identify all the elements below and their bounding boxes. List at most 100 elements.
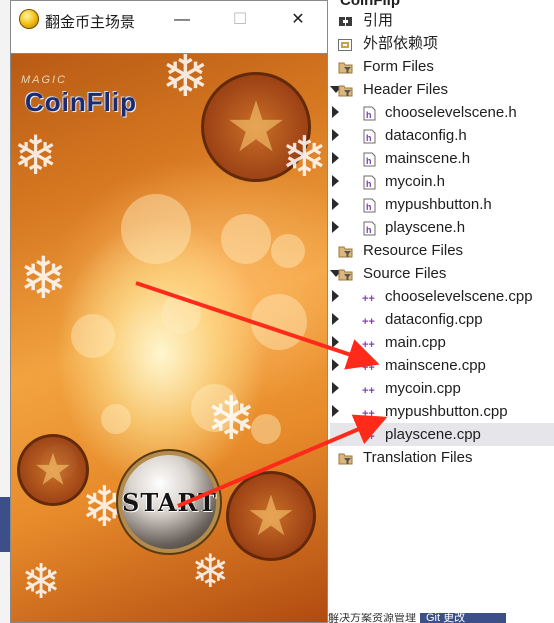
filter-folder-icon bbox=[338, 266, 353, 281]
tree-item-label: dataconfig.h bbox=[385, 127, 467, 144]
bokeh-bubble bbox=[101, 404, 131, 434]
tree-item-label: mainscene.cpp bbox=[385, 357, 486, 374]
chevron-right-icon[interactable] bbox=[332, 129, 339, 141]
svg-text:++: ++ bbox=[362, 385, 375, 397]
tree-item-main-cpp[interactable]: ++ main.cpp bbox=[330, 331, 554, 354]
bokeh-bubble bbox=[161, 294, 201, 334]
header-file-icon: h bbox=[362, 220, 377, 236]
snowflake-icon: ❄ bbox=[81, 475, 128, 538]
chevron-right-icon[interactable] bbox=[332, 313, 339, 325]
tree-item-label: mycoin.h bbox=[385, 173, 446, 190]
cpp-file-icon: ++ bbox=[362, 289, 377, 305]
tree-item-playscene-cpp[interactable]: ++ playscene.cpp bbox=[330, 423, 554, 446]
tree-item-label: Form Files bbox=[363, 58, 434, 75]
tree-item-chooselevelscene-cpp[interactable]: ++ chooselevelscene.cpp bbox=[330, 285, 554, 308]
snowflake-icon: ❄ bbox=[206, 385, 257, 452]
tree-item-mypushbutton-cpp[interactable]: ++ mypushbutton.cpp bbox=[330, 400, 554, 423]
coin-app-icon bbox=[19, 9, 39, 29]
tree-item-label: mypushbutton.cpp bbox=[385, 403, 508, 420]
start-button[interactable]: START bbox=[122, 455, 216, 549]
tree-item-source-files[interactable]: Source Files bbox=[330, 262, 554, 285]
star-icon: ★ bbox=[224, 88, 288, 166]
tree-item-playscene-h[interactable]: h playscene.h bbox=[330, 216, 554, 239]
tree-item-label: playscene.cpp bbox=[385, 426, 481, 443]
tree-item-label: Header Files bbox=[363, 81, 449, 98]
tree-item-mypushbutton-h[interactable]: h mypushbutton.h bbox=[330, 193, 554, 216]
svg-text:h: h bbox=[366, 179, 372, 189]
chevron-right-icon[interactable] bbox=[332, 175, 339, 187]
tree-item-label: Translation Files bbox=[363, 449, 473, 466]
star-medal-decoration: ★ bbox=[17, 434, 89, 506]
chevron-right-icon[interactable] bbox=[332, 198, 339, 210]
chevron-right-icon[interactable] bbox=[332, 405, 339, 417]
project-node-label[interactable]: CoinFlip bbox=[340, 0, 400, 9]
tab-git-changes[interactable]: Git 更改 bbox=[420, 613, 506, 623]
chevron-right-icon[interactable] bbox=[332, 382, 339, 394]
header-file-icon: h bbox=[362, 197, 377, 213]
svg-text:++: ++ bbox=[362, 362, 375, 374]
tree-item-chooselevelscene-h[interactable]: h chooselevelscene.h bbox=[330, 101, 554, 124]
tree-item-label: main.cpp bbox=[385, 334, 446, 351]
filter-folder-icon bbox=[338, 82, 353, 97]
tree-item-label: 外部依赖项 bbox=[363, 35, 439, 52]
filter-folder-icon bbox=[338, 243, 353, 258]
cpp-file-icon: ++ bbox=[362, 335, 377, 351]
chevron-right-icon[interactable] bbox=[332, 221, 339, 233]
tree-item-label: mypushbutton.h bbox=[385, 196, 492, 213]
chevron-right-icon[interactable] bbox=[332, 290, 339, 302]
svg-text:++: ++ bbox=[362, 408, 375, 420]
tree-item-dataconfig-h[interactable]: h dataconfig.h bbox=[330, 124, 554, 147]
chevron-right-icon[interactable] bbox=[332, 359, 339, 371]
header-file-icon: h bbox=[362, 105, 377, 121]
tree-item-external-deps[interactable]: 外部依赖项 bbox=[336, 32, 554, 55]
tree-item-dataconfig-cpp[interactable]: ++ dataconfig.cpp bbox=[330, 308, 554, 331]
background-taskbar-fragment bbox=[0, 497, 10, 552]
menu-bar bbox=[11, 39, 327, 54]
start-button-label: START bbox=[122, 488, 217, 517]
references-icon bbox=[338, 13, 353, 28]
close-button[interactable]: ✕ bbox=[269, 1, 327, 39]
minimize-button[interactable]: — bbox=[153, 1, 211, 39]
tree-item-translation-files[interactable]: Translation Files bbox=[336, 446, 554, 469]
header-file-icon: h bbox=[362, 128, 377, 144]
chevron-right-icon[interactable] bbox=[332, 152, 339, 164]
snowflake-icon: ❄ bbox=[19, 246, 68, 311]
tree-item-references[interactable]: 引用 bbox=[336, 9, 554, 32]
header-file-icon: h bbox=[362, 151, 377, 167]
maximize-button[interactable]: ☐ bbox=[211, 1, 269, 39]
star-icon: ★ bbox=[245, 484, 297, 547]
bokeh-bubble bbox=[71, 314, 115, 358]
snowflake-icon: ❄ bbox=[281, 125, 327, 188]
tree-item-mycoin-h[interactable]: h mycoin.h bbox=[330, 170, 554, 193]
tree-item-mainscene-h[interactable]: h mainscene.h bbox=[330, 147, 554, 170]
bokeh-bubble bbox=[121, 194, 191, 264]
window-titlebar[interactable]: 翻金币主场景 — ☐ ✕ bbox=[11, 1, 327, 39]
tree-item-label: chooselevelscene.h bbox=[385, 104, 517, 121]
svg-text:h: h bbox=[366, 225, 372, 235]
tree-item-label: dataconfig.cpp bbox=[385, 311, 483, 328]
svg-text:++: ++ bbox=[362, 316, 375, 328]
tree-item-label: chooselevelscene.cpp bbox=[385, 288, 533, 305]
tree-item-resource-files[interactable]: Resource Files bbox=[336, 239, 554, 262]
tab-solution-explorer[interactable]: 解决方案资源管理器 bbox=[328, 613, 420, 623]
snowflake-icon: ❄ bbox=[161, 54, 210, 109]
chevron-right-icon[interactable] bbox=[332, 106, 339, 118]
chevron-right-icon[interactable] bbox=[332, 336, 339, 348]
bokeh-bubble bbox=[221, 214, 271, 264]
snowflake-icon: ❄ bbox=[13, 126, 59, 186]
filter-folder-icon bbox=[338, 450, 353, 465]
explorer-bottom-tabs: 解决方案资源管理器 Git 更改 bbox=[328, 613, 554, 623]
svg-text:h: h bbox=[366, 133, 372, 143]
cpp-file-icon: ++ bbox=[362, 427, 377, 443]
game-scene: ★ ★ ★ ❄ ❄ ❄ ❄ ❄ ❄ ❄ ❄ MAGIC CoinFlip STA… bbox=[11, 54, 327, 622]
snowflake-icon: ❄ bbox=[191, 545, 230, 597]
svg-text:++: ++ bbox=[362, 293, 375, 305]
tree-item-label: mycoin.cpp bbox=[385, 380, 461, 397]
svg-text:h: h bbox=[366, 202, 372, 212]
game-window: 翻金币主场景 — ☐ ✕ ★ ★ ★ ❄ ❄ ❄ ❄ ❄ ❄ ❄ ❄ MAGIC… bbox=[10, 0, 328, 623]
tree-item-mainscene-cpp[interactable]: ++ mainscene.cpp bbox=[330, 354, 554, 377]
tree-item-form-files[interactable]: Form Files bbox=[336, 55, 554, 78]
tree-item-header-files[interactable]: Header Files bbox=[330, 78, 554, 101]
tree-item-label: playscene.h bbox=[385, 219, 466, 236]
tree-item-mycoin-cpp[interactable]: ++ mycoin.cpp bbox=[330, 377, 554, 400]
